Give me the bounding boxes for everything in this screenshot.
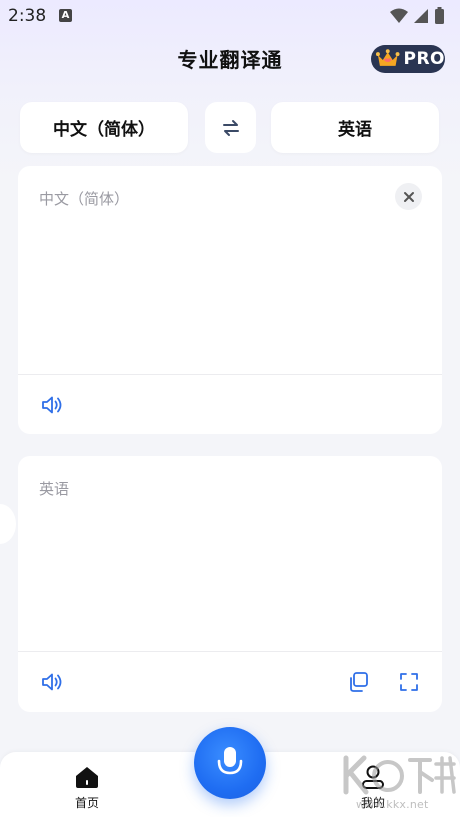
clear-button[interactable] xyxy=(395,183,422,210)
microphone-button[interactable] xyxy=(194,727,266,799)
input-speaker-button[interactable] xyxy=(39,392,65,418)
side-handle[interactable] xyxy=(0,504,16,544)
status-icons xyxy=(390,7,444,24)
speaker-icon xyxy=(42,396,62,414)
divider xyxy=(18,651,442,652)
nav-home[interactable]: 首页 xyxy=(57,764,117,811)
source-language-button[interactable]: 中文（简体） xyxy=(20,102,188,153)
output-panel: 英语 xyxy=(18,456,442,712)
divider xyxy=(18,374,442,375)
source-language-label: 中文（简体） xyxy=(53,120,155,140)
copy-icon xyxy=(350,672,368,692)
target-language-label: 英语 xyxy=(338,120,372,140)
close-icon xyxy=(403,191,414,202)
copy-button[interactable] xyxy=(345,669,371,695)
fullscreen-button[interactable] xyxy=(396,669,422,695)
input-panel[interactable]: 中文（简体） xyxy=(18,166,442,434)
output-language-label: 英语 xyxy=(39,480,70,498)
input-placeholder: 中文（简体） xyxy=(39,190,130,208)
swap-arrows-icon xyxy=(222,119,239,136)
fullscreen-icon xyxy=(400,673,418,691)
output-speaker-button[interactable] xyxy=(39,669,65,695)
watermark-text: www.kkx.net xyxy=(356,798,429,811)
swap-languages-button[interactable] xyxy=(205,102,256,153)
watermark: www.kkx.net xyxy=(338,750,458,817)
cell-signal-icon xyxy=(414,9,428,23)
crown-icon xyxy=(375,49,400,66)
wifi-icon xyxy=(390,8,408,23)
nav-home-label: 首页 xyxy=(74,796,99,810)
status-bar: 2:38 A xyxy=(0,0,460,32)
battery-icon xyxy=(435,9,444,24)
target-language-button[interactable]: 英语 xyxy=(271,102,439,153)
pro-badge[interactable]: PRO xyxy=(371,45,445,73)
watermark-logo xyxy=(343,755,456,795)
pro-label: PRO xyxy=(403,49,445,69)
notification-icon: A xyxy=(59,9,72,22)
speaker-icon xyxy=(42,673,62,691)
microphone-icon xyxy=(217,747,243,775)
home-icon xyxy=(76,767,98,788)
status-time: 2:38 xyxy=(8,6,47,26)
